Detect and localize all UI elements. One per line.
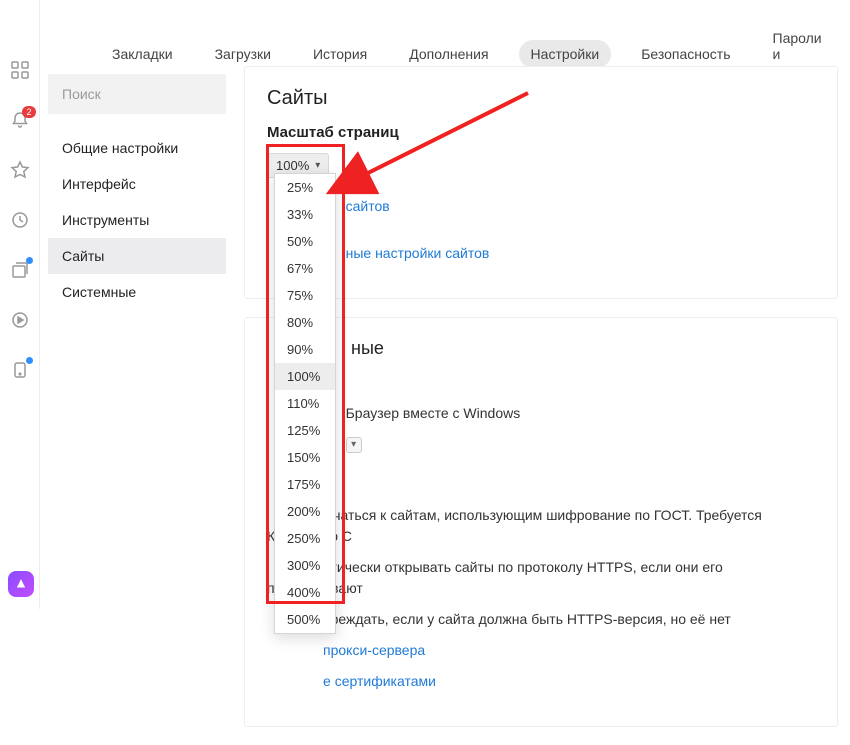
zoom-option[interactable]: 175% [275,471,335,498]
zoom-value: 100% [276,158,309,173]
zoom-option[interactable]: 400% [275,579,335,606]
zoom-option[interactable]: 50% [275,228,335,255]
zoom-option[interactable]: 500% [275,606,335,633]
app-sidebar: 2 [0,0,40,609]
link-sites-fragment[interactable]: сайтов [346,198,390,214]
play-icon[interactable] [10,310,30,330]
zoom-dropdown-list[interactable]: 25%33%50%67%75%80%90%100%110%125%150%175… [274,173,336,634]
panel2-title: XXXXXXXные [267,338,815,359]
sidenav-general[interactable]: Общие настройки [48,130,226,166]
row-certs: XXXXXXе сертификатами [267,671,815,692]
bell-icon[interactable]: 2 [10,110,30,130]
zoom-option[interactable]: 110% [275,390,335,417]
link-proxy[interactable]: прокси-сервера [323,642,425,658]
row-proxy: XXXXXXпрокси-сервера [267,640,815,661]
sites-link-row-1: XXXXXXXX сайтов [267,196,815,217]
zoom-option[interactable]: 200% [275,498,335,525]
sidenav-sites[interactable]: Сайты [48,238,226,274]
tab-bookmarks[interactable]: Закладки [100,40,185,68]
clock-icon[interactable] [10,210,30,230]
link-ext-site-settings[interactable]: ные настройки сайтов [346,245,490,261]
zoom-option[interactable]: 33% [275,201,335,228]
zoom-option[interactable]: 90% [275,336,335,363]
sites-link-row-2: XXXXXXXX ные настройки сайтов [267,243,815,264]
search-placeholder: Поиск [62,86,101,102]
zoom-option[interactable]: 100% [275,363,335,390]
blue-dot-icon [26,357,33,364]
zoom-option[interactable]: 250% [275,525,335,552]
collections-icon[interactable] [10,260,30,280]
zoom-label: Масштаб страниц [267,124,815,141]
sidenav-interface[interactable]: Интерфейс [48,166,226,202]
sidenav-tools[interactable]: Инструменты [48,202,226,238]
zoom-option[interactable]: 300% [275,552,335,579]
row-gost: XXXXXXючаться к сайтам, использующим шиф… [267,505,815,547]
settings-sidenav: Общие настройки Интерфейс Инструменты Са… [48,130,226,310]
chevron-down-icon[interactable]: ▾ [346,437,362,453]
zoom-option[interactable]: 80% [275,309,335,336]
star-icon[interactable] [10,160,30,180]
notification-badge: 2 [22,106,35,118]
blue-dot-icon [26,257,33,264]
dashboard-icon[interactable] [10,60,30,80]
tab-settings[interactable]: Настройки [519,40,612,68]
zoom-option[interactable]: 150% [275,444,335,471]
autostart-row: XXXXXXXX Браузер вместе с Windows [267,403,815,424]
panel-sites-title: Сайты [267,87,815,110]
tab-addons[interactable]: Дополнения [397,40,500,68]
device-icon[interactable] [10,360,30,380]
link-certificates[interactable]: е сертификатами [323,673,436,689]
row-https-warn: XXXXXXпреждать, если у сайта должна быть… [267,609,815,630]
tab-security[interactable]: Безопасность [629,40,742,68]
search-input[interactable]: Поиск [48,74,226,114]
row-https-auto: XXXXXXатически открывать сайты по проток… [267,557,815,599]
chevron-down-icon: ▾ [315,160,320,171]
autostart-dropdown-row: XXXXXXXX ▾ [267,434,815,455]
tab-history[interactable]: История [301,40,379,68]
zoom-option[interactable]: 25% [275,174,335,201]
zoom-option[interactable]: 67% [275,255,335,282]
tab-downloads[interactable]: Загрузки [203,40,283,68]
zoom-option[interactable]: 125% [275,417,335,444]
zoom-option[interactable]: 75% [275,282,335,309]
alice-icon[interactable] [8,571,34,597]
sidenav-system[interactable]: Системные [48,274,226,310]
